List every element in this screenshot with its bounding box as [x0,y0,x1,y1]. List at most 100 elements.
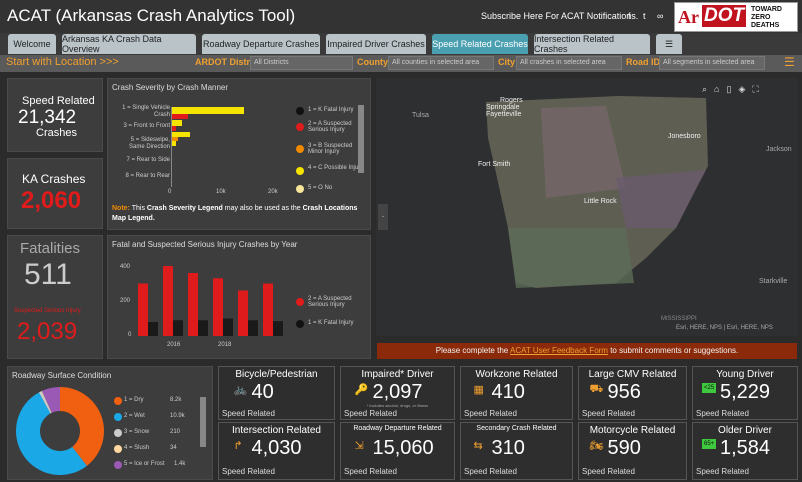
stat-card-icon: ⇲ [354,440,364,452]
tab-list-icon[interactable]: ☰ [656,34,682,54]
year-bar-2019-fatal [248,320,258,336]
stat-card[interactable]: Intersection Related ↱ 4,030 Speed Related [218,422,335,480]
link-icon[interactable]: ∞ [657,11,663,21]
layers-icon[interactable]: ◈ [738,84,745,100]
stat-card[interactable]: Bicycle/Pedestrian 🚲 40 Speed Related [218,366,335,420]
county-select[interactable]: All counties in selected area [388,56,494,70]
bar-seg [172,126,176,131]
city-label: City [498,57,516,67]
tab-ka-overview[interactable]: Arkansas KA Crash Data Overview [62,34,196,54]
legend-scrollbar[interactable] [358,105,364,173]
map-label: Fayetteville [486,111,522,118]
map-label: Jackson [766,146,792,153]
stat-card-icon: ▦ [473,384,484,396]
year-bar-2020-serious [263,283,273,336]
stat-card-title: Secondary Crash Related [476,425,557,432]
legend-scrollbar[interactable] [200,397,206,447]
stat-card-icon: 🏍 [589,440,604,452]
ssi-value: 2,039 [17,318,78,345]
road-id-select[interactable]: All segments in selected area [659,56,765,70]
map-zoom-control[interactable]: · [378,204,388,230]
stat-card-icon: ⛟ [589,383,604,395]
facebook-icon[interactable]: f [628,11,631,21]
stat-card[interactable]: Motorcycle Related 🏍 590 Speed Related [578,422,687,480]
district-select[interactable]: All Districts [250,56,353,70]
map-label: MISSISSIPPI [661,316,697,322]
tab-welcome[interactable]: Welcome [8,34,56,54]
city-select[interactable]: All crashes in selected area [516,56,622,70]
stat-card-title: Roadway Departure Related [353,425,442,432]
surface-legend-item: 5 = Ice or Frost [124,461,165,467]
stat-card-title: Large CMV Related [588,369,677,380]
home-icon[interactable]: ⌂ [714,84,719,100]
twitter-icon[interactable]: t [643,11,646,21]
tab-intersection[interactable]: Intersection Related Crashes [534,34,650,54]
tab-impaired-driver[interactable]: Impaired Driver Crashes [326,34,426,54]
year-bar-2015-fatal [148,322,158,336]
stat-card-title: Workzone Related [475,369,558,380]
tab-speed-related[interactable]: Speed Related Crashes [432,34,528,54]
map-label: Jonesboro [668,133,701,140]
year-bar-2015-serious [138,283,148,336]
stat-card[interactable]: Roadway Departure Related ⇲ 15,060 Speed Re… [340,422,455,480]
stat-card[interactable]: Older Driver 65+ 1,584 Speed Related [692,422,798,480]
bookmark-icon[interactable]: ▯ [726,84,731,100]
year-bar-2016-serious [163,266,173,336]
year-bar-chart [138,266,283,336]
stat-card-icon: ⇆ [473,440,483,452]
surface-legend-value: 8.2k [170,397,182,403]
stat-card-value: 4,030 [251,437,302,459]
y-axis [171,107,174,187]
surface-legend-value: 210 [170,429,181,435]
surface-donut-chart [15,387,105,475]
surface-legend-value: 1.4k [174,461,186,467]
stat-card-title: Bicycle/Pedestrian [235,369,318,380]
arkansas-map-shape [486,96,708,288]
stat-card-sub: Speed Related [582,409,635,418]
year-bar-2018-fatal [223,318,233,336]
bar-seg [172,107,244,114]
feedback-banner: Please complete the ACAT User Feedback F… [377,343,797,359]
map-toolbar: ⌕ ⌂ ▯ ◈ ⛶ [702,84,792,100]
search-icon[interactable]: ⌕ [702,84,707,100]
crash-map[interactable]: Tulsa Rogers Springdale Fayetteville For… [376,78,798,336]
severity-panel: Crash Severity by Crash Manner 1 = Singl… [107,78,371,230]
stat-card[interactable]: Young Driver <25 5,229 Speed Related [692,366,798,420]
stat-card-icon: 🔑 [354,384,369,396]
ka-crashes-card: KA Crashes 2,060 [7,158,103,229]
surface-legend-item: 1 = Dry [124,397,144,403]
map-label: Springdale [486,104,520,111]
stat-card-sub: Speed Related [464,467,517,476]
speed-related-value: 21,342 [18,107,77,128]
stat-card[interactable]: Impaired* Driver 🔑 2,097 * includes alcohol… [340,366,455,420]
stat-card[interactable]: Secondary Crash Related ⇆ 310 Speed Related [460,422,573,480]
stat-card[interactable]: Workzone Related ▦ 410 Speed Related [460,366,573,420]
stat-card-value: 590 [607,437,641,459]
surface-legend-item: 2 = Wet [124,413,145,419]
map-label: Fort Smith [478,161,511,168]
tab-roadway-departure[interactable]: Roadway Departure Crashes [202,34,320,54]
year-bar-2017-serious [188,273,198,336]
fullscreen-icon[interactable]: ⛶ [752,84,758,100]
stat-card[interactable]: Large CMV Related ⛟ 956 Speed Related [578,366,687,420]
severity-note: Note: This Crash Severity Legend may als… [112,205,358,222]
subscribe-link[interactable]: Subscribe Here For ACAT Notifications. [481,11,638,21]
year-chart-panel: Fatal and Suspected Serious Injury Crash… [107,235,371,359]
stat-card-title: Young Driver [716,369,774,380]
map-label: Tulsa [412,112,429,119]
year-bar-2017-fatal [198,320,208,336]
speed-related-card: Speed Related 21,342 Crashes [7,78,103,152]
stat-card-icon: 65+ [702,439,717,449]
county-label: County [357,57,388,67]
stat-card-icon: 🚲 [233,384,248,396]
feedback-form-link[interactable]: ACAT User Feedback Form [510,346,608,355]
surface-legend-item: 4 = Slush [124,445,150,451]
year-bar-2020-fatal [273,321,283,336]
menu-icon[interactable]: ☰ [784,55,795,69]
stat-card-value: 310 [491,437,525,459]
stat-card-value: 2,097 [372,381,423,403]
bar-seg [172,141,176,146]
stat-card-sub: Speed Related [222,409,275,418]
map-credits: Esri, HERE, NPS | Esri, HERE, NPS [676,325,773,331]
stat-card-sub: Speed Related [582,467,635,476]
